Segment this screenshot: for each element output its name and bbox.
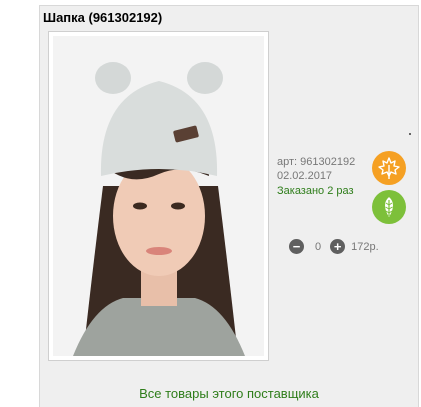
quantity-stepper: − 0 + 172р.	[289, 239, 379, 254]
minus-icon[interactable]: −	[289, 239, 304, 254]
product-photo-frame[interactable]	[48, 31, 269, 361]
product-photo-image	[53, 36, 264, 356]
supplier-products-link[interactable]: Все товары этого поставщика	[40, 386, 418, 401]
product-photo[interactable]	[53, 36, 264, 356]
quantity-value: 0	[315, 240, 322, 253]
maple-leaf-icon	[378, 157, 400, 179]
separator-dot	[409, 133, 411, 135]
article-label: арт:	[277, 156, 298, 168]
plus-icon[interactable]: +	[330, 239, 346, 254]
ordered-count: Заказано 2 раз	[277, 185, 354, 197]
product-price: 172р.	[351, 240, 379, 253]
product-card: Шапка (961302192) арт: 961302192 02.02.2…	[39, 5, 419, 407]
product-title: Шапка (961302192)	[43, 10, 163, 25]
product-date: 02.02.2017	[277, 170, 333, 182]
season-autumn-badge	[372, 151, 406, 185]
leaf-icon	[385, 197, 393, 217]
season-spring-badge	[372, 190, 406, 224]
product-info: арт: 961302192 02.02.2017 Заказано 2 раз	[277, 155, 355, 198]
article-number: 961302192	[300, 156, 356, 168]
